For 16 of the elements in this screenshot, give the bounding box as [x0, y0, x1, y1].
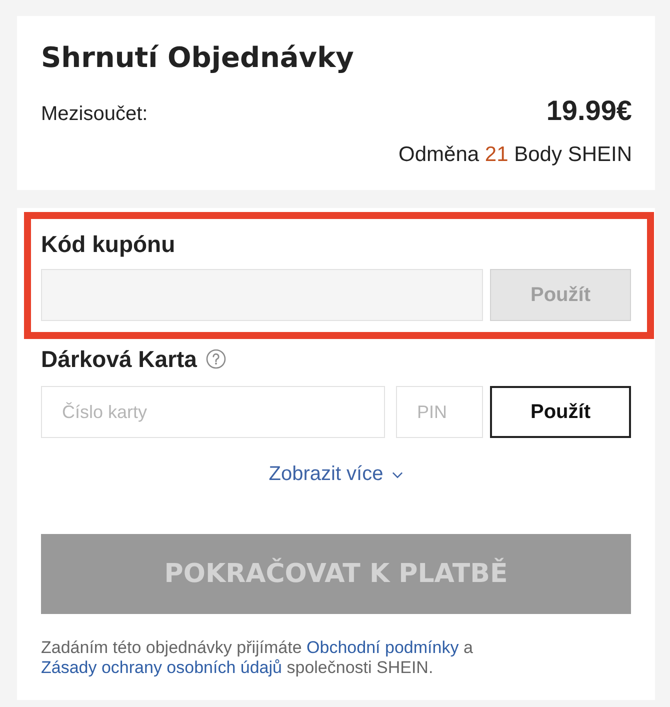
terms-text: Zadáním této objednávky přijímáte Obchodní podmínky a Zásady ochrany osobních údajů společnosti SHEIN.: [41, 638, 474, 678]
summary-title: Shrnutí Objednávky: [41, 41, 354, 75]
coupon-input[interactable]: [41, 269, 483, 321]
pin-input[interactable]: PIN: [396, 386, 483, 438]
gift-card-apply-button[interactable]: Použít: [490, 386, 631, 438]
terms-link[interactable]: Zásady ochrany osobních údajů: [41, 658, 282, 677]
reward-text: Odměna 21 Body SHEIN: [398, 142, 632, 168]
subtotal-label: Mezisoučet:: [41, 102, 148, 127]
card-number-input[interactable]: Číslo karty: [41, 386, 385, 438]
gift-card-label: Dárková Karta: [41, 345, 197, 373]
coupon-label: Kód kupónu: [41, 230, 176, 258]
subtotal-value: 19.99€: [546, 94, 632, 128]
show-more-link[interactable]: Zobrazit více: [268, 462, 384, 486]
terms-link[interactable]: Obchodní podmínky: [306, 638, 459, 657]
help-icon[interactable]: [206, 349, 226, 369]
caret-icon[interactable]: [392, 471, 404, 479]
